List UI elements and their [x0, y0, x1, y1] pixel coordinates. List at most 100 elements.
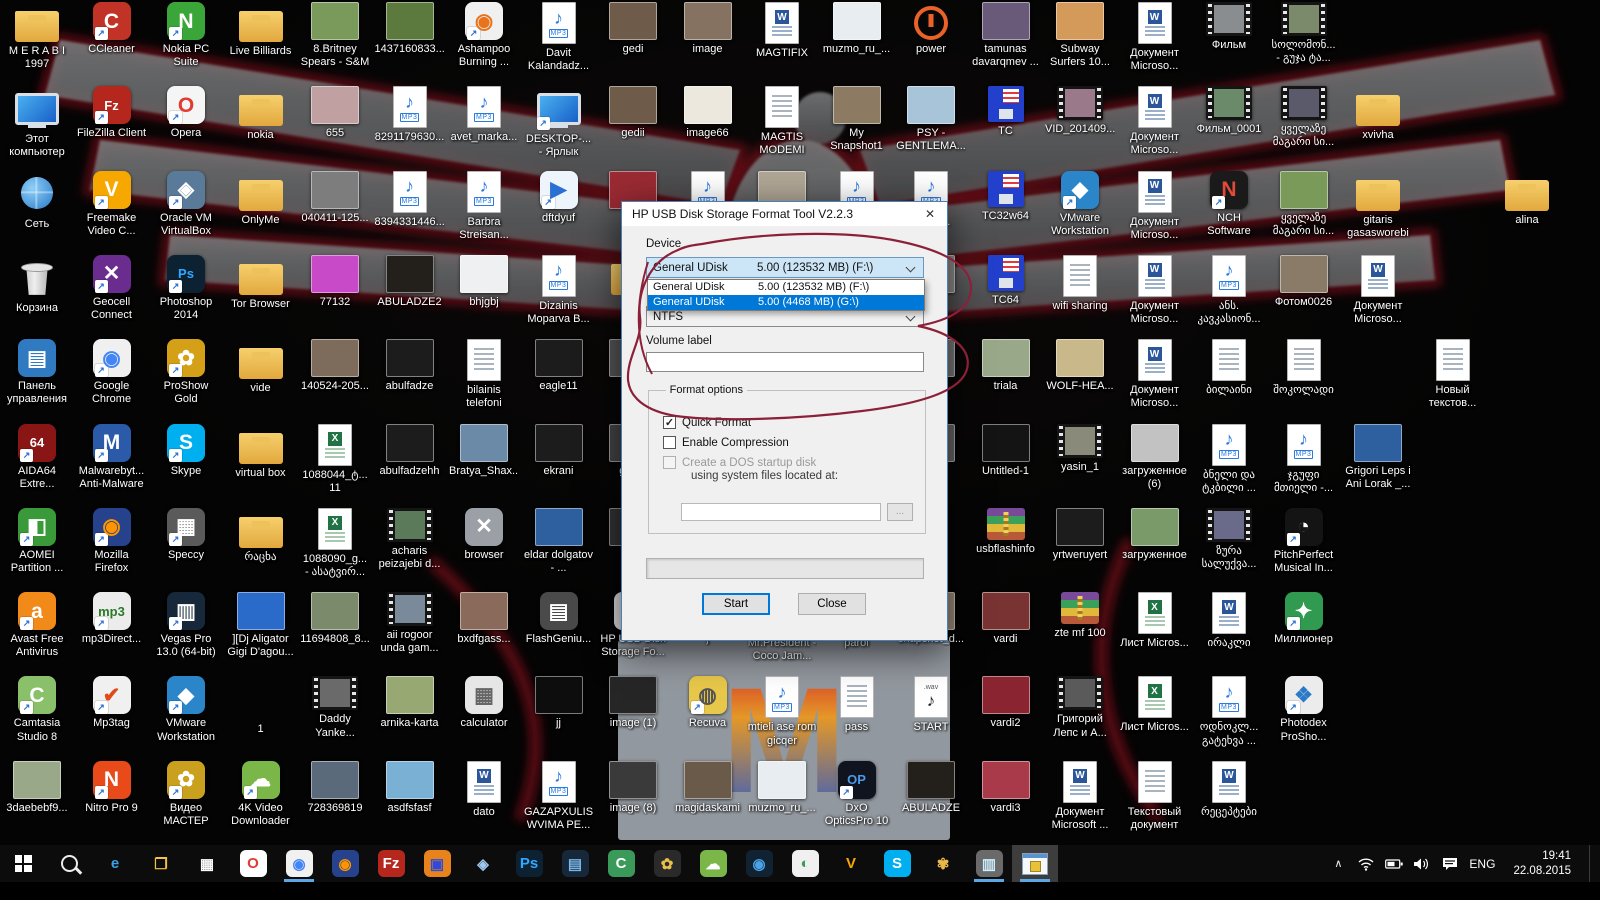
volume-icon[interactable] [1413, 854, 1431, 874]
taskbar-item-freemake[interactable]: V [828, 845, 874, 882]
desktop-icon-რაცხა[interactable]: რაცხა [226, 508, 296, 564]
desktop-icon-ჯგუფი-მთიელი[interactable]: ჯგუფი მთიელი -... [1269, 423, 1339, 495]
desktop-icon-abuladze[interactable]: ABULADZE [896, 760, 966, 815]
taskbar-item-format-factory[interactable]: ◐ [782, 845, 828, 882]
desktop-icon-image[interactable]: image [673, 2, 743, 56]
desktop-icon-ყველაზე-მაგარი-სი[interactable]: ყველაზე მაგარი სი... [1269, 170, 1339, 238]
taskbar-item-edge[interactable]: e [92, 845, 138, 882]
desktop-icon-pass[interactable]: pass [822, 676, 892, 734]
desktop-icon-ოდნოკლ-გატეხვა[interactable]: ოდნოკლ... გატეხვა ... [1194, 676, 1264, 747]
desktop-icon-yasin-1[interactable]: yasin_1 [1045, 423, 1115, 474]
desktop-icon-arnika-karta[interactable]: arnika-karta [375, 676, 445, 730]
desktop-icon-xvivha[interactable]: xvivha [1343, 86, 1413, 142]
desktop-icon-usbflashinfo[interactable]: usbflashinfo [971, 507, 1041, 556]
desktop-icon-tor-browser[interactable]: Tor Browser [226, 255, 296, 311]
desktop-icon-proshow-gold[interactable]: ✿ ↗ ProShow Gold [151, 339, 221, 406]
desktop-icon-wolf-hea[interactable]: WOLF-HEA... [1045, 339, 1115, 393]
checkbox-box[interactable]: ✓ [663, 416, 676, 429]
browse-button[interactable]: ... [887, 503, 913, 521]
desktop-icon-შოკოლადი[interactable]: შოკოლადი [1269, 339, 1339, 397]
desktop-icon-zte-mf-100[interactable]: zte mf 100 [1045, 592, 1115, 640]
checkbox-box[interactable] [663, 436, 676, 449]
desktop-icon-bxdfgass[interactable]: bxdfgass... [449, 592, 519, 646]
desktop-icon-grigori-leps-i-ani-lorak[interactable]: Grigori Leps i Ani Lorak _... [1343, 423, 1413, 491]
desktop-icon-документ-microso[interactable]: Документ Microso... [1120, 170, 1190, 242]
desktop-icon-dato[interactable]: dato [449, 760, 519, 819]
taskbar-item-start[interactable] [0, 845, 46, 882]
wifi-icon[interactable] [1357, 854, 1375, 874]
desktop-icon-77132[interactable]: 77132 [300, 254, 370, 309]
desktop-icon-სოლომონ-გუჯა-ტა[interactable]: სოლომონ... - გუჯა ტა... [1269, 2, 1339, 65]
desktop-icon-gedii[interactable]: gedii [598, 86, 668, 140]
desktop-icon-видео-мастер[interactable]: ✿ ↗ Видео МАСТЕР [151, 760, 221, 828]
desktop-icon-abulfadze[interactable]: abulfadze [375, 339, 445, 393]
desktop-icon-1088090-g-ასატვირ[interactable]: 1088090_g... - ასატვირ... [300, 507, 370, 579]
desktop-icon-my-snapshot1[interactable]: My Snapshot1 [822, 86, 892, 153]
desktop-icon-vmware-workstation[interactable]: ◆ ↗ VMware Workstation [1045, 170, 1115, 238]
taskbar-item-hp-usb-tool[interactable] [1012, 845, 1058, 882]
desktop-icon-mp3direct[interactable]: mp3 ↗ mp3Direct... [77, 592, 147, 646]
desktop-icon-nitro-pro-9[interactable]: N ↗ Nitro Pro 9 [77, 760, 147, 815]
desktop-icon-ზურა-სალუქვა[interactable]: ზურა სალუქვა... [1194, 507, 1264, 571]
desktop-icon-040411-125[interactable]: 040411-125... [300, 170, 370, 225]
desktop-icon-avet-marka[interactable]: avet_marka... [449, 86, 519, 144]
dialog-titlebar[interactable]: HP USB Disk Storage Format Tool V2.2.3 ✕ [622, 202, 947, 226]
desktop-icon-nch-software[interactable]: N ↗ NCH Software [1194, 170, 1264, 238]
checkbox-enable-compression[interactable]: Enable Compression [663, 436, 789, 449]
device-combobox[interactable]: General UDisk 5.00 (123532 MB) (F:\) [646, 257, 924, 278]
desktop-icon-1437160833[interactable]: 1437160833... [375, 2, 445, 56]
desktop-icon-gedi[interactable]: gedi [598, 2, 668, 56]
desktop-icon-asdfsfasf[interactable]: asdfsfasf [375, 760, 445, 815]
desktop-icon-alina[interactable]: alina [1492, 171, 1562, 227]
desktop-icon-opera[interactable]: O ↗ Opera [151, 86, 221, 140]
desktop-icon-freemake-video-c[interactable]: V ↗ Freemake Video C... [77, 170, 147, 238]
desktop-icon-ყველაზე-მაგარი-სი[interactable]: ყველაზე მაგარი სი... [1269, 86, 1339, 149]
taskbar-item-search[interactable] [46, 845, 92, 882]
checkbox-create-a-dos-startup-disk[interactable]: Create a DOS startup disk [663, 456, 816, 469]
desktop-icon-новый-текстов[interactable]: Новый текстов... [1418, 339, 1488, 410]
desktop-icon-calculator[interactable]: ▦ calculator [449, 676, 519, 730]
device-option[interactable]: General UDisk 5.00 (4468 MB) (G:\) [648, 295, 924, 310]
desktop-icon-barbra-streisan[interactable]: Barbra Streisan... [449, 170, 519, 242]
desktop-icon-vid-201409[interactable]: VID_201409... [1045, 86, 1115, 136]
desktop-icon-რეცეპტები[interactable]: რეცეპტები [1194, 760, 1264, 819]
desktop-icon-geocell-connect[interactable]: ✕ ↗ Geocell Connect [77, 254, 147, 322]
desktop-icon-nokia[interactable]: nokia [226, 86, 296, 142]
desktop-icon-virtual-box[interactable]: virtual box [226, 424, 296, 480]
desktop-icon-3daebebf9[interactable]: 3daebebf9... [2, 760, 72, 815]
desktop-icon-onlyme[interactable]: OnlyMe [226, 171, 296, 227]
desktop-icon-ccleaner[interactable]: C ↗ CCleaner [77, 2, 147, 56]
taskbar-item-opera[interactable]: O [230, 845, 276, 882]
desktop-icon-camtasia-studio-8[interactable]: C ↗ Camtasia Studio 8 [2, 676, 72, 743]
desktop-icon-image66[interactable]: image66 [673, 86, 743, 140]
desktop-icon-muzmo-ru[interactable]: muzmo_ru_... [822, 2, 892, 56]
desktop-icon-desktop-ярлык[interactable]: ↗ DESKTOP-... - Ярлык [524, 86, 594, 159]
desktop-icon-magtifix[interactable]: MAGTIFIX [747, 2, 817, 60]
desktop-icon-панель-управления[interactable]: ▤ Панель управления [2, 339, 72, 406]
desktop-icon-655[interactable]: 655 [300, 86, 370, 140]
desktop-icon-start[interactable]: START [896, 676, 966, 734]
desktop-icon-yrtweruyert[interactable]: yrtweruyert [1045, 507, 1115, 562]
desktop-icon-ashampoo-burning[interactable]: ◉ ↗ Ashampoo Burning ... [449, 2, 519, 69]
desktop-icon-8291179630[interactable]: 8291179630... [375, 86, 445, 144]
desktop-icon-документ-microso[interactable]: Документ Microso... [1120, 2, 1190, 73]
taskbar-item-proshow[interactable]: ✿ [644, 845, 690, 882]
desktop-icon-документ-microso[interactable]: Документ Microso... [1120, 86, 1190, 157]
desktop-icon-документ-microso[interactable]: Документ Microso... [1120, 254, 1190, 326]
desktop-icon-vegas-pro-13-0-64-bit[interactable]: ▥ ↗ Vegas Pro 13.0 (64-bit) [151, 592, 221, 659]
desktop-icon-загруженное[interactable]: загруженное [1120, 507, 1190, 562]
tray-chevron-icon[interactable]: ∧ [1329, 854, 1347, 874]
taskbar-item-filezilla[interactable]: Fz [368, 845, 414, 882]
desktop-icon-aida64-extre[interactable]: 64 ↗ AIDA64 Extre... [2, 423, 72, 491]
desktop-icon-4k-video-downloader[interactable]: ☁ ↗ 4K Video Downloader [226, 760, 296, 828]
battery-icon[interactable] [1385, 854, 1404, 874]
desktop-icon-live-billiards[interactable]: Live Billiards [226, 2, 296, 58]
taskbar-item-firefox[interactable]: ◉ [322, 845, 368, 882]
desktop-icon-tc[interactable]: TC [971, 86, 1041, 138]
desktop-icon-pitchperfect-musical-in[interactable]: ◔ ↗ PitchPerfect Musical In... [1269, 507, 1339, 575]
desktop-icon-nokia-pc-suite[interactable]: N ↗ Nokia PC Suite [151, 2, 221, 69]
taskbar-item-skype[interactable]: S [874, 845, 920, 882]
checkbox-quick-format[interactable]: ✓ Quick Format [663, 416, 751, 429]
desktop-icon-ekrani[interactable]: ekrani [524, 423, 594, 478]
desktop-icon-mtieli-ase-rom-gicqer[interactable]: mtieli ase rom gicqer [747, 676, 817, 747]
